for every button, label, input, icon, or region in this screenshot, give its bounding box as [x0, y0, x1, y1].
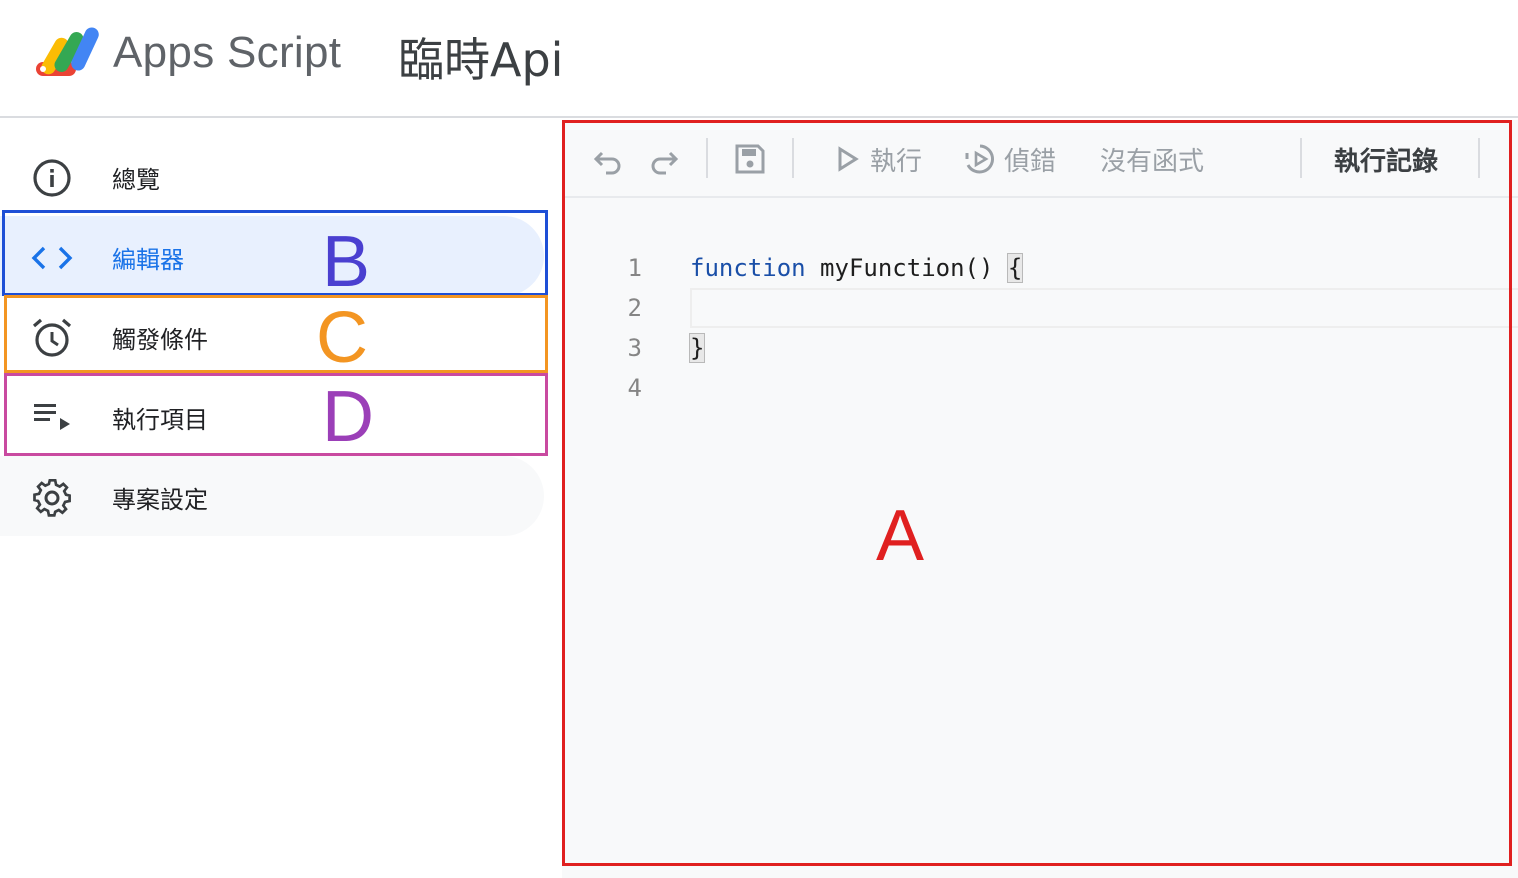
info-icon [33, 159, 71, 197]
undo-icon [593, 151, 621, 175]
run-label: 執行 [870, 146, 923, 177]
sidebar-item-triggers[interactable]: 觸發條件 [0, 296, 544, 376]
play-icon [838, 146, 859, 172]
execution-log-label: 執行記錄 [1334, 146, 1439, 177]
sidebar-item-label: 專案設定 [112, 486, 208, 514]
line-number: 3 [627, 334, 642, 362]
gear-icon [33, 478, 71, 517]
redo-icon [651, 151, 679, 175]
annotation-letter-c: C [316, 298, 368, 378]
sidebar-item-label: 編輯器 [112, 246, 184, 274]
annotation-letter-b: B [322, 222, 371, 302]
alarm-icon [32, 318, 72, 357]
code-line[interactable]: function myFunction() { [690, 248, 1518, 288]
debug-icon [965, 144, 995, 174]
line-number: 2 [627, 294, 642, 322]
line-number: 1 [627, 254, 642, 282]
debug-button[interactable]: 偵錯 [964, 140, 1056, 178]
code-close-brace: } [688, 333, 706, 363]
toolbar-divider [792, 138, 794, 178]
code-icon [31, 246, 73, 270]
code-line[interactable]: } [688, 328, 1518, 368]
list-play-icon [34, 404, 70, 430]
toolbar-divider [1300, 138, 1302, 178]
code-open-brace: { [1006, 253, 1024, 283]
function-select-value: 沒有函式 [1100, 146, 1205, 177]
code-editor[interactable]: 1 2 3 4 function myFunction() { } [562, 200, 1518, 878]
apps-script-logo-icon[interactable] [34, 24, 102, 80]
toolbar-divider [706, 138, 708, 178]
code-line[interactable] [690, 368, 1518, 408]
redo-button[interactable] [648, 140, 680, 178]
annotation-letter-d: D [322, 377, 374, 457]
sidebar-item-editor[interactable]: 編輯器 [0, 216, 544, 296]
project-title[interactable]: 臨時Api [398, 24, 563, 90]
editor-toolbar: 執行 偵錯 沒有函式 執行記錄 [562, 120, 1518, 198]
line-number: 4 [627, 374, 642, 402]
code-keyword: function [690, 254, 806, 282]
code-line-current[interactable] [690, 288, 1518, 328]
sidebar-item-overview[interactable]: 總覽 [0, 136, 544, 216]
sidebar-item-label: 觸發條件 [112, 326, 208, 354]
debug-label: 偵錯 [1004, 146, 1057, 177]
execution-log-button[interactable]: 執行記錄 [1334, 140, 1438, 178]
editor-panel: 執行 偵錯 沒有函式 執行記錄 1 2 3 4 function myFunct… [562, 120, 1518, 878]
annotation-letter-a: A [876, 496, 925, 576]
sidebar-nav: 總覽 編輯器 觸發條件 執行項目 專案設定 [0, 120, 560, 878]
toolbar-divider [1478, 138, 1480, 178]
undo-button[interactable] [592, 140, 624, 178]
save-button[interactable] [734, 140, 766, 178]
line-number-gutter: 1 2 3 4 [602, 248, 642, 408]
save-icon [735, 144, 765, 174]
app-header: Apps Script 臨時Api [0, 0, 1518, 118]
sidebar-item-project-settings[interactable]: 專案設定 [0, 456, 544, 536]
sidebar-item-label: 總覽 [112, 166, 160, 194]
code-signature: myFunction() [805, 254, 1008, 282]
sidebar-item-executions[interactable]: 執行項目 [0, 376, 544, 456]
sidebar-item-label: 執行項目 [112, 406, 208, 434]
code-lines[interactable]: function myFunction() { } [688, 248, 1518, 408]
brand-name: Apps Script [113, 28, 342, 77]
run-button[interactable]: 執行 [836, 140, 922, 178]
function-select[interactable]: 沒有函式 [1100, 140, 1204, 178]
